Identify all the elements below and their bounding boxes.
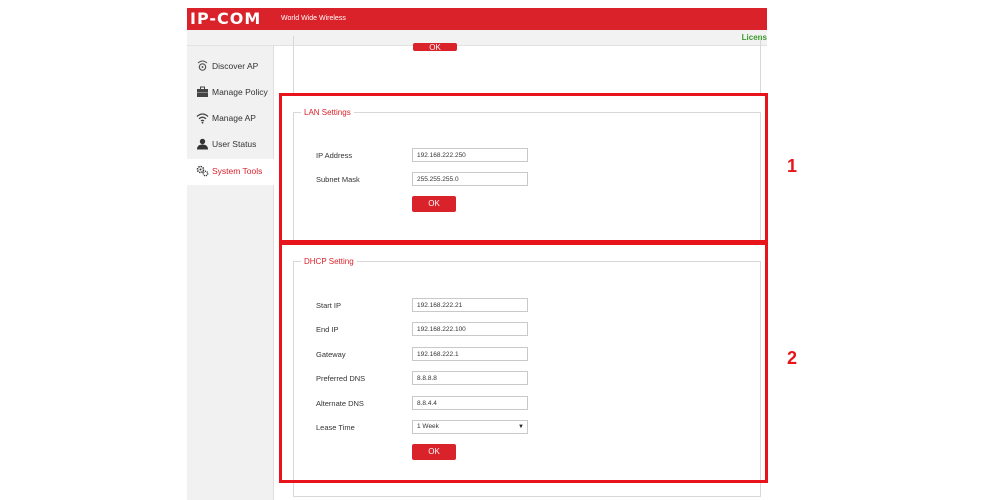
sidebar-item-label: Manage Policy — [212, 87, 268, 97]
ip-com-logo: IP-COM — [190, 9, 262, 28]
sidebar-item-manage-ap[interactable]: Manage AP — [187, 106, 274, 132]
sidebar: Discover AP Manage Policy Manage AP User… — [187, 46, 274, 500]
sidebar-item-discover-ap[interactable]: Discover AP — [187, 54, 274, 80]
sidebar-item-system-tools[interactable]: System Tools — [187, 159, 274, 185]
gear-icon — [196, 165, 209, 177]
sidebar-item-user-status[interactable]: User Status — [187, 132, 274, 158]
previous-ok-button[interactable]: OK — [413, 43, 457, 51]
sidebar-item-manage-policy[interactable]: Manage Policy — [187, 80, 274, 106]
top-banner: IP-COM World Wide Wireless — [187, 8, 767, 30]
sidebar-item-label: User Status — [212, 139, 257, 149]
previous-settings-panel: OK — [293, 36, 761, 94]
callout-number-2: 2 — [787, 348, 798, 368]
briefcase-icon — [197, 86, 208, 97]
sidebar-item-label: Manage AP — [212, 113, 256, 123]
sidebar-item-label: System Tools — [212, 166, 263, 176]
callout-number-1: 1 — [787, 156, 798, 176]
highlight-box-lan — [279, 93, 768, 243]
wifi-icon — [196, 113, 209, 124]
discover-ap-icon — [197, 60, 208, 71]
sidebar-item-label: Discover AP — [212, 61, 259, 71]
tagline: World Wide Wireless — [281, 15, 346, 22]
highlight-box-dhcp — [279, 242, 768, 483]
user-icon — [197, 138, 208, 150]
